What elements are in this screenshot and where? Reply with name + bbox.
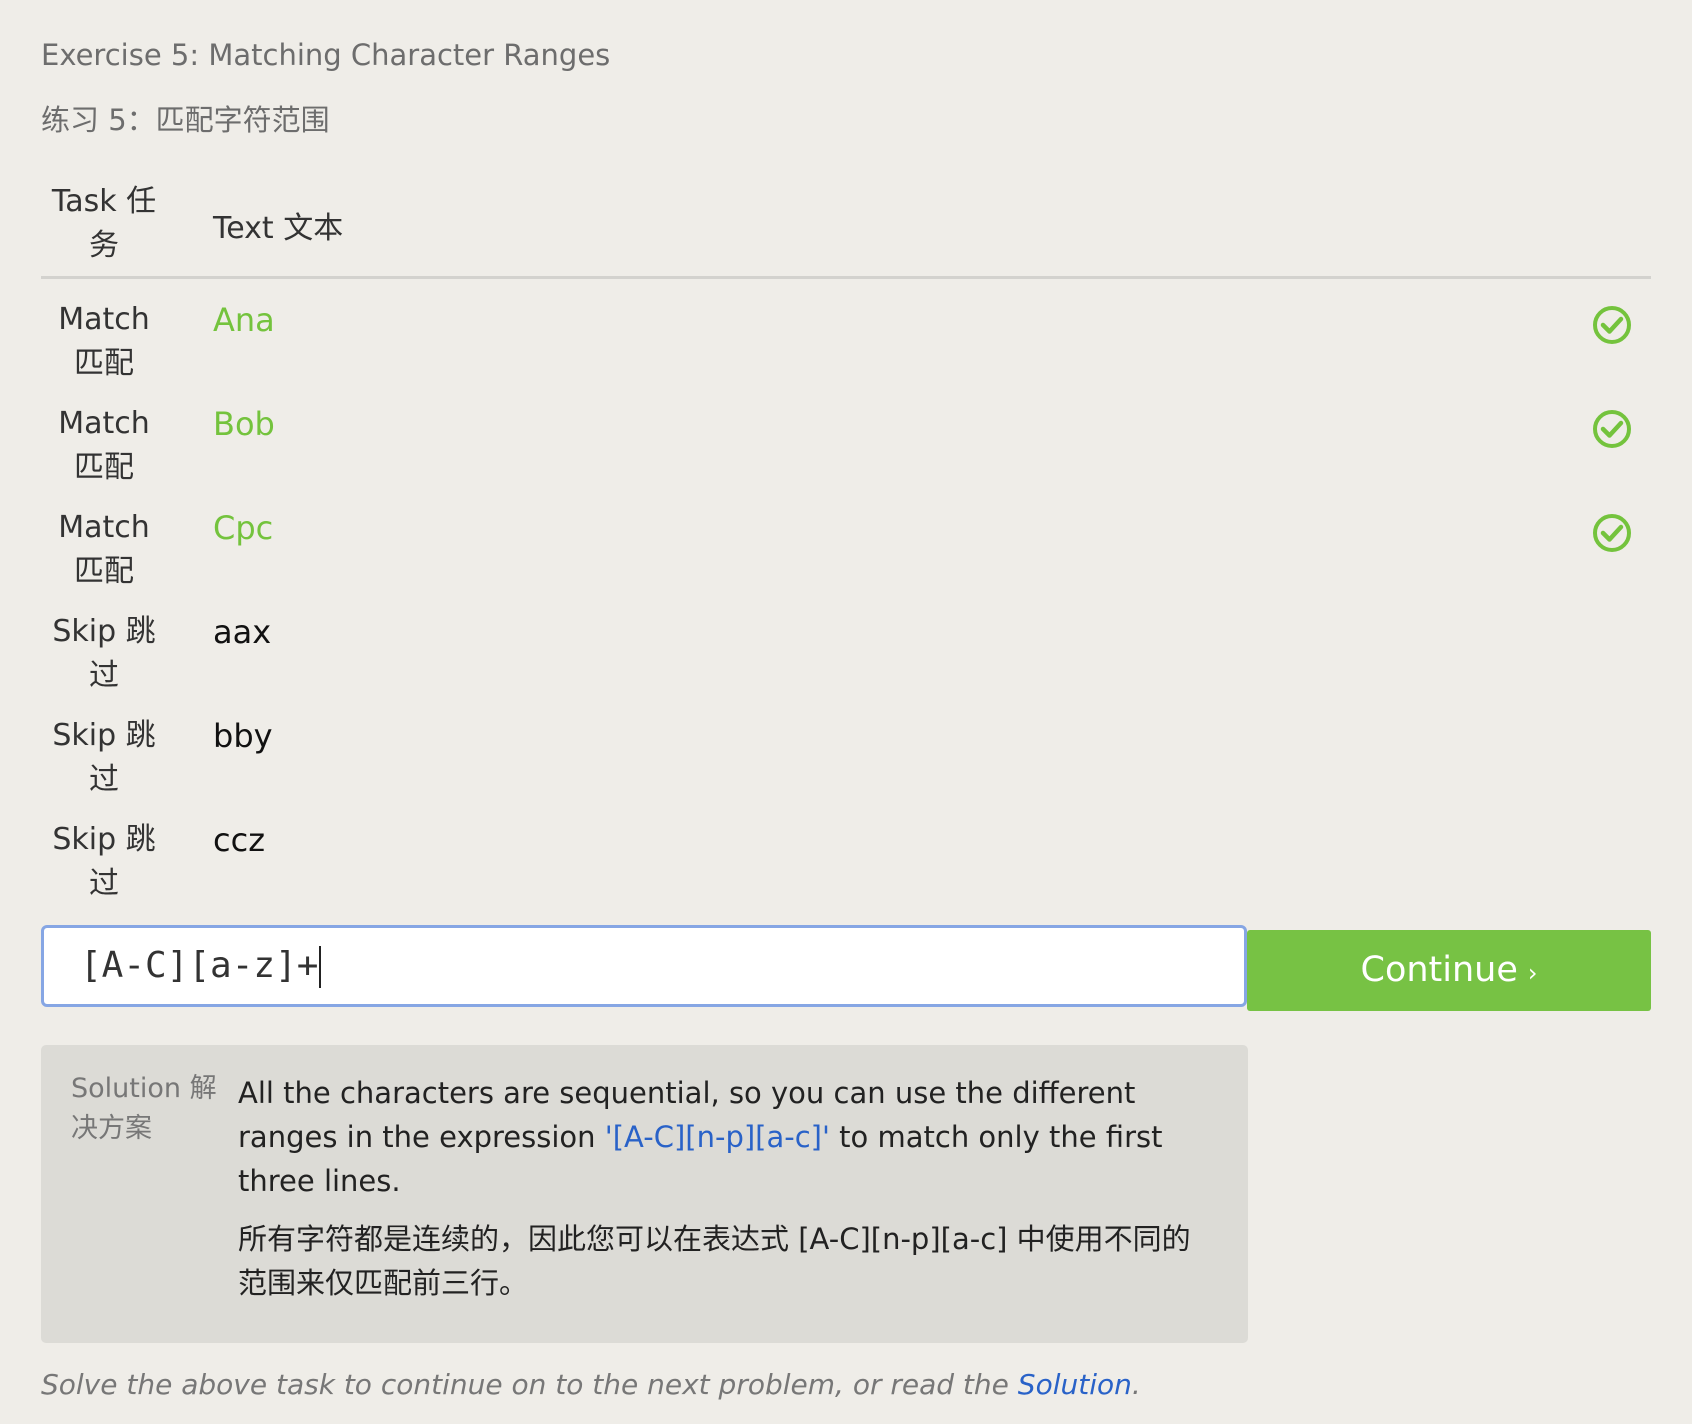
solution-body: All the characters are sequential, so yo… [238,1071,1198,1305]
row-text: aax [213,613,272,651]
table-row: Match 匹配 Cpc [41,506,1651,610]
header-divider [41,276,1651,279]
regex-input-value: [A-C][a-z]+ [80,945,319,986]
chevron-right-icon: › [1527,959,1538,987]
check-icon [1593,306,1631,344]
solution-text-zh: 所有字符都是连续的，因此您可以在表达式 [A-C][n-p][a-c] 中使用不… [238,1222,1191,1300]
exercise-title-zh: 练习 5：匹配字符范围 [41,103,330,137]
row-text: Ana [213,301,275,339]
task-label: Match 匹配 [58,406,150,485]
footer-text: Solve the above task to continue on to t… [41,1368,1018,1401]
task-label: Skip 跳过 [52,822,156,901]
task-label: Skip 跳过 [52,718,156,797]
table-row: Match 匹配 Ana [41,298,1651,402]
text-caret [319,946,322,988]
row-text: bby [213,717,273,755]
task-label: Match 匹配 [58,302,150,381]
solution-label: Solution 解决方案 [71,1073,217,1144]
row-text: ccz [213,821,265,859]
row-text: Bob [213,405,275,443]
continue-button[interactable]: Continue › [1247,930,1651,1011]
column-header-task: Task 任务 [51,184,157,263]
table-row: Skip 跳过 aax [41,610,1651,714]
continue-button-label: Continue [1360,950,1518,990]
solution-panel: Solution 解决方案 All the characters are seq… [41,1045,1248,1343]
check-icon [1593,410,1631,448]
footer-hint: Solve the above task to continue on to t… [41,1368,1141,1401]
footer-end: . [1131,1368,1141,1401]
table-row: Skip 跳过 ccz [41,818,1651,922]
column-header-text: Text 文本 [213,211,344,246]
solution-code: '[A-C][n-p][a-c]' [604,1120,830,1154]
table-row: Skip 跳过 bby [41,714,1651,818]
solution-link[interactable]: Solution [1018,1368,1132,1401]
task-label: Match 匹配 [58,510,150,589]
check-icon [1593,514,1631,552]
row-text: Cpc [213,509,274,547]
task-label: Skip 跳过 [52,614,156,693]
solution-text-en: All the characters are sequential, so yo… [238,1071,1198,1203]
exercise-title: Exercise 5: Matching Character Ranges [41,38,611,72]
table-row: Match 匹配 Bob [41,402,1651,506]
regex-input[interactable]: [A-C][a-z]+ [41,925,1247,1007]
